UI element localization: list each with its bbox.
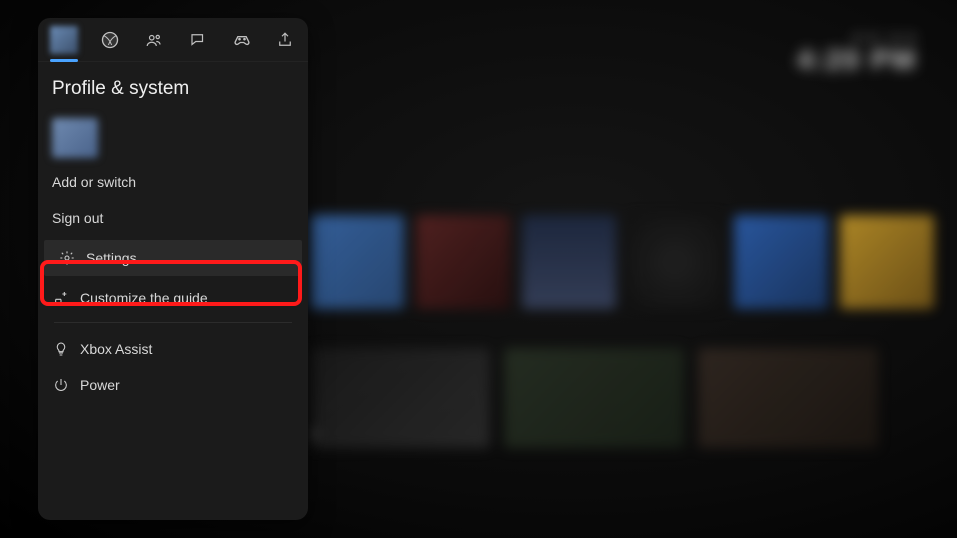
menu-label: Customize the guide [80, 290, 208, 306]
guide-tabs [38, 18, 308, 62]
customize-icon [52, 289, 70, 307]
dashboard-tile-row [310, 215, 934, 309]
dashboard-tile [698, 348, 878, 448]
tab-underline [50, 59, 78, 62]
chat-icon[interactable] [187, 29, 209, 51]
clock-time: 4:20 PM [797, 44, 917, 76]
menu-label: Add or switch [52, 174, 136, 190]
dashboard-tile [840, 215, 934, 309]
people-icon[interactable] [143, 29, 165, 51]
dashboard-tile [310, 215, 404, 309]
power-icon [52, 376, 70, 394]
xbox-logo-icon[interactable] [100, 29, 122, 51]
clock-status-row: ● ● ¦ ● ● [797, 30, 917, 44]
user-avatar [52, 118, 98, 158]
menu-label: Power [80, 377, 120, 393]
guide-title: Profile & system [38, 62, 308, 108]
menu-label: Settings [86, 250, 137, 266]
menu-customize-guide[interactable]: Customize the guide [38, 280, 308, 316]
tab-profile[interactable] [50, 26, 78, 54]
guide-panel: Profile & system Add or switch Sign out … [38, 18, 308, 520]
dashboard-tile [522, 215, 616, 309]
menu-label: Sign out [52, 210, 103, 226]
controller-icon[interactable] [231, 29, 253, 51]
menu-settings[interactable]: Settings [44, 240, 302, 276]
dashboard-tile [310, 348, 490, 448]
dashboard-tile [416, 215, 510, 309]
menu-power[interactable]: Power [38, 367, 308, 403]
dashboard-tile [504, 348, 684, 448]
dashboard-tile [628, 215, 722, 309]
dashboard-tile [734, 215, 828, 309]
menu-xbox-assist[interactable]: Xbox Assist [38, 331, 308, 367]
dashboard-wide-row [310, 348, 878, 448]
menu-sign-out[interactable]: Sign out [38, 200, 308, 236]
menu-divider [54, 322, 292, 323]
menu-add-or-switch[interactable]: Add or switch [38, 164, 308, 200]
dashboard-footnote: A [310, 428, 320, 440]
share-icon[interactable] [274, 29, 296, 51]
current-user-block[interactable] [38, 108, 308, 164]
gear-icon [58, 249, 76, 267]
lightbulb-icon [52, 340, 70, 358]
menu-label: Xbox Assist [80, 341, 152, 357]
clock: ● ● ¦ ● ● 4:20 PM [797, 30, 917, 76]
